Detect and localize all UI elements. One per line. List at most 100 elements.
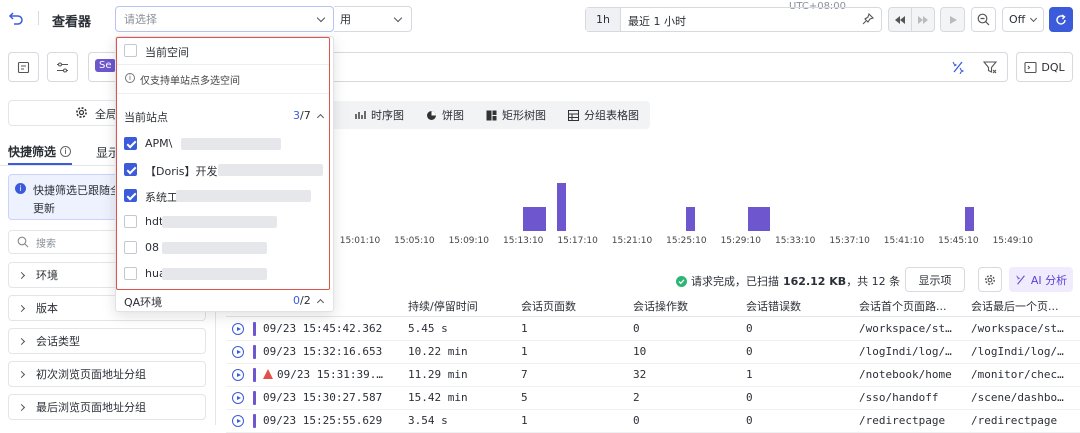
pin-icon[interactable] bbox=[862, 12, 875, 25]
table-row[interactable]: 09/23 15:30:27.587 15.42 min 5 2 0/sso/hando… bbox=[226, 387, 1080, 410]
quick-filter-tab[interactable]: 快捷筛选 i bbox=[8, 143, 72, 160]
site-count[interactable]: 3/7 bbox=[293, 109, 324, 122]
current-space-label[interactable]: 当前空间 bbox=[145, 44, 189, 60]
refresh-interval-select[interactable]: Off bbox=[1002, 7, 1044, 32]
search-icon bbox=[17, 236, 29, 248]
saved-view-button[interactable] bbox=[8, 52, 39, 82]
filter-settings-button[interactable] bbox=[47, 52, 78, 82]
table-row[interactable]: 09/23 15:32:16.653 10.22 min 1 10 0/logIndi/… bbox=[226, 341, 1080, 364]
chart-bar[interactable] bbox=[754, 207, 764, 231]
chart-bar[interactable] bbox=[523, 207, 533, 231]
status-text: 请求完成，已扫描 bbox=[691, 275, 779, 288]
play-replay-icon[interactable] bbox=[232, 346, 244, 358]
play-replay-icon[interactable] bbox=[232, 369, 244, 381]
source-tag[interactable]: Se bbox=[95, 59, 116, 72]
chevron-up-icon bbox=[316, 113, 324, 122]
chart-bar[interactable] bbox=[536, 207, 546, 231]
chart-bar[interactable] bbox=[530, 207, 539, 231]
back-icon[interactable] bbox=[8, 10, 24, 26]
site-count-selected: 3 bbox=[293, 109, 300, 122]
chart-bar[interactable] bbox=[747, 207, 757, 231]
cell-pages: 1 bbox=[521, 322, 528, 335]
tab-group-table[interactable]: 分组表格图 bbox=[557, 101, 650, 129]
tab-pie[interactable]: 饼图 bbox=[415, 101, 475, 129]
chevron-right-icon bbox=[17, 337, 26, 345]
play-button[interactable] bbox=[940, 7, 965, 32]
status-indicator bbox=[253, 345, 256, 359]
ai-query-icon[interactable] bbox=[951, 60, 965, 75]
time-picker[interactable]: 1h 最近 1 小时 bbox=[585, 7, 882, 32]
table-row[interactable]: 09/23 15:25:55.629 3.54 s 1 0 0/redirectpage… bbox=[226, 410, 1080, 433]
play-replay-icon[interactable] bbox=[232, 415, 244, 427]
filter-group-session-type[interactable]: 会话类型 bbox=[8, 328, 206, 354]
site-option-label[interactable]: 系统工 bbox=[145, 189, 178, 205]
cell-pages: 7 bbox=[521, 368, 528, 381]
play-replay-icon[interactable] bbox=[232, 323, 244, 335]
info-banner-line2: 更新 bbox=[33, 202, 55, 215]
dropdown-divider bbox=[116, 64, 330, 65]
site-option-label[interactable]: hdt bbox=[145, 215, 163, 228]
x-tick-label: 15:17:10 bbox=[557, 236, 598, 246]
site-option-label[interactable]: 【Doris】开发 bbox=[145, 163, 218, 179]
site-option-label[interactable]: APM\ bbox=[145, 137, 172, 150]
display-columns-button[interactable]: 显示项 bbox=[905, 267, 965, 292]
col-header-duration[interactable]: 持续/停留时间 bbox=[408, 298, 478, 314]
dql-button[interactable]: DQL bbox=[1016, 52, 1073, 82]
x-tick-label: 15:09:10 bbox=[448, 236, 490, 246]
col-header-last-page[interactable]: 会话最后一个页... bbox=[971, 298, 1059, 314]
chart-bar[interactable] bbox=[965, 207, 975, 231]
table-row[interactable]: 09/23 15:31:39.… 11.29 min 7 32 1/notebook/h… bbox=[226, 364, 1080, 387]
site-group-title: 当前站点 bbox=[124, 111, 168, 124]
table-settings-button[interactable] bbox=[978, 267, 1002, 292]
cell-errors: 0 bbox=[746, 391, 753, 404]
tab-timeseries[interactable]: 时序图 bbox=[344, 101, 415, 129]
qa-count[interactable]: 0/2 bbox=[293, 294, 324, 307]
col-header-actions[interactable]: 会话操作数 bbox=[633, 298, 688, 314]
play-replay-icon[interactable] bbox=[232, 392, 244, 404]
time-range-label[interactable]: 最近 1 小时 bbox=[628, 13, 686, 29]
space-select[interactable]: 请选择 bbox=[115, 6, 334, 32]
chart-bar[interactable] bbox=[761, 207, 771, 231]
status-indicator bbox=[253, 414, 256, 428]
x-tick-label: 15:49:10 bbox=[992, 236, 1034, 246]
space-select-placeholder: 请选择 bbox=[124, 13, 157, 26]
status-indicator bbox=[253, 391, 256, 405]
cell-first: /sso/handoff bbox=[859, 391, 939, 404]
time-quick-label[interactable]: 1h bbox=[586, 8, 621, 31]
sidebar-search-input[interactable]: 搜索 bbox=[8, 230, 118, 254]
filter-group-last-page[interactable]: 最后浏览页面地址分组 bbox=[8, 394, 206, 420]
site-option-checkbox[interactable] bbox=[124, 215, 137, 228]
chart-bar[interactable] bbox=[557, 183, 567, 231]
info-icon: i bbox=[15, 183, 26, 194]
play-icon bbox=[949, 15, 957, 24]
code-icon bbox=[1024, 61, 1037, 73]
cell-time: 09/23 15:32:16.653 bbox=[263, 345, 383, 358]
table-row[interactable]: 09/23 15:45:42.362 5.45 s 1 0 0/workspace/st… bbox=[226, 318, 1080, 341]
col-header-first-page[interactable]: 会话首个页面路... bbox=[859, 298, 947, 314]
clear-filter-icon[interactable] bbox=[982, 60, 998, 74]
refresh-button[interactable] bbox=[1049, 7, 1073, 32]
info-icon: i bbox=[125, 73, 135, 83]
forward-button[interactable] bbox=[911, 7, 935, 32]
chart-bar[interactable] bbox=[686, 207, 696, 231]
filter-group-first-page[interactable]: 初次浏览页面地址分组 bbox=[8, 361, 206, 387]
site-option-checkbox[interactable] bbox=[124, 137, 137, 150]
site-option-checkbox[interactable] bbox=[124, 163, 137, 176]
col-header-pages[interactable]: 会话页面数 bbox=[521, 298, 576, 314]
site-option-label[interactable]: 08 bbox=[145, 241, 159, 254]
zoom-out-button[interactable] bbox=[971, 7, 996, 32]
ai-analysis-button[interactable]: AI 分析 bbox=[1009, 267, 1073, 292]
site-option-checkbox[interactable] bbox=[124, 189, 137, 202]
current-space-checkbox[interactable] bbox=[124, 44, 137, 57]
col-header-errors[interactable]: 会话错误数 bbox=[746, 298, 801, 314]
info-banner-line1: 快捷筛选已跟随全 bbox=[33, 184, 121, 197]
view-tabs: 行榜 时序图 饼图 矩形树图 分组表格图 bbox=[300, 101, 650, 129]
tab-treemap[interactable]: 矩形树图 bbox=[475, 101, 557, 129]
secondary-select[interactable]: 用 bbox=[334, 6, 412, 32]
site-option-checkbox[interactable] bbox=[124, 241, 137, 254]
chevron-right-icon bbox=[17, 271, 26, 279]
cell-errors: 0 bbox=[746, 322, 753, 335]
site-option-checkbox[interactable] bbox=[124, 267, 137, 280]
cell-time: 09/23 15:30:27.587 bbox=[263, 391, 383, 404]
rewind-button[interactable] bbox=[888, 7, 912, 32]
